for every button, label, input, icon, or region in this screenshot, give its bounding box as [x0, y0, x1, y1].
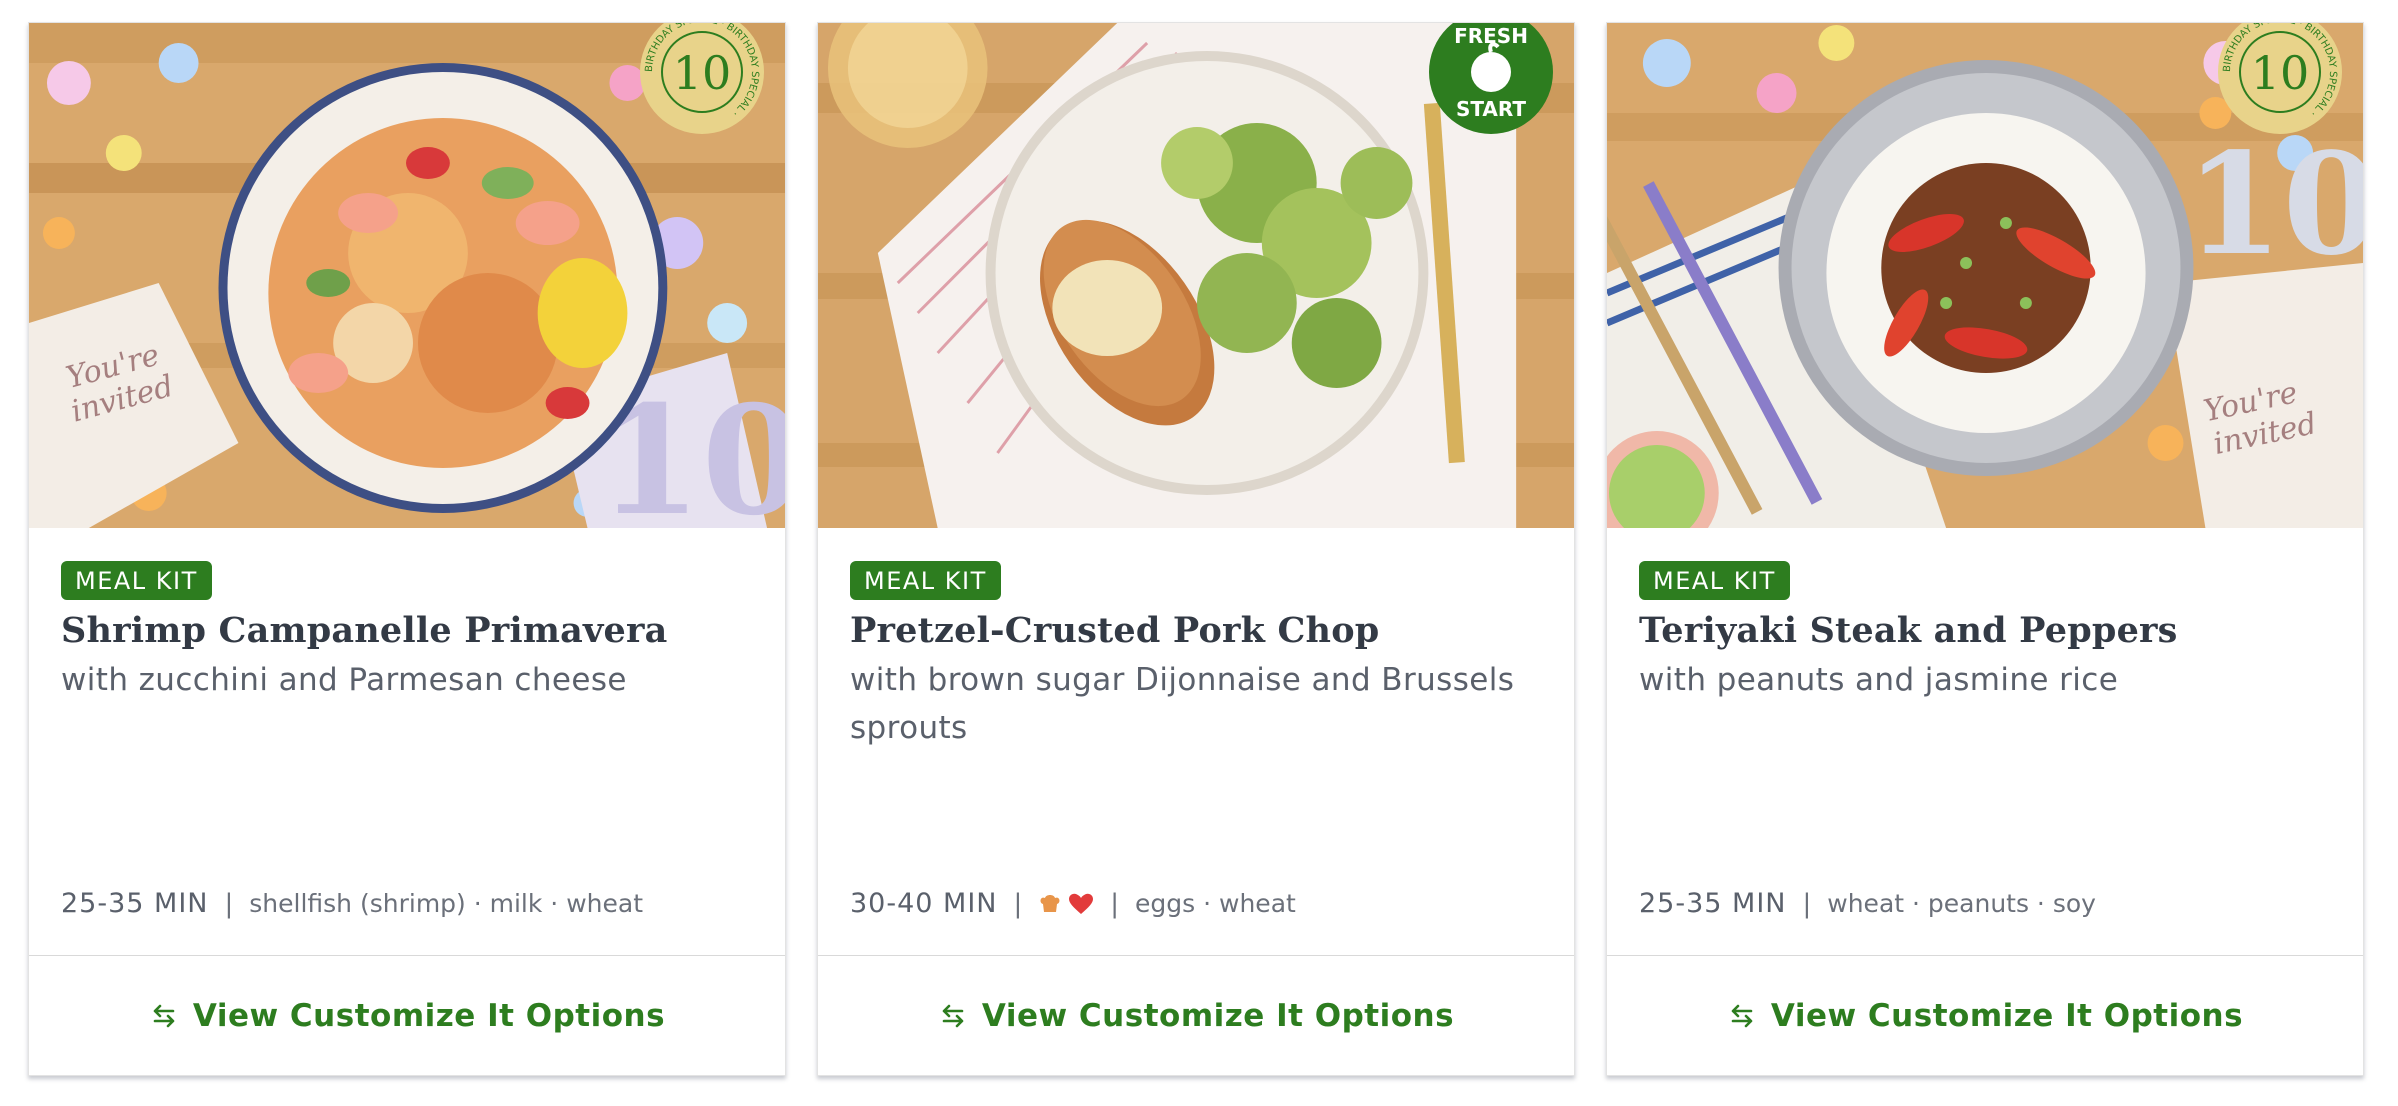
svg-text:10: 10 — [673, 46, 732, 100]
cook-time: 25-35 MIN — [61, 888, 209, 919]
recipe-subtitle: with brown sugar Dijonnaise and Brussels… — [850, 662, 1515, 746]
allergen-list: eggs · wheat — [1135, 889, 1296, 918]
meta-separator: | — [1802, 888, 1812, 919]
recipe-photo[interactable]: You're invited 10 10 BIRTHDAY SPECIAL · … — [1607, 23, 2363, 528]
customize-options-label: View Customize It Options — [1770, 997, 2244, 1034]
recipe-title[interactable]: Teriyaki Steak and Peppers — [1639, 610, 2335, 651]
svg-text:10: 10 — [2251, 46, 2310, 100]
swap-arrows-icon — [1731, 1004, 1753, 1027]
svg-text:FRESH: FRESH — [1454, 24, 1528, 48]
fresh-start-badge-icon: FRESH START — [1429, 23, 1553, 134]
recipe-card[interactable]: You're invited 10 10 BIRTHDAY SPECIAL · … — [1606, 22, 2364, 1076]
allergen-list: wheat · peanuts · soy — [1827, 889, 2096, 918]
recipe-title[interactable]: Shrimp Campanelle Primavera — [61, 610, 757, 651]
recipe-meta: 25-35 MIN | shellfish (shrimp) · milk · … — [61, 888, 643, 919]
card-body: MEAL KIT Teriyaki Steak and Peppers with… — [1607, 528, 2363, 955]
meal-kit-tag: MEAL KIT — [850, 561, 1001, 600]
recipe-card[interactable]: You're invited 10 10 BIRTHDAY SPECIAL · … — [28, 22, 786, 1076]
customize-options-label: View Customize It Options — [981, 997, 1455, 1034]
recipe-title[interactable]: Pretzel-Crusted Pork Chop — [850, 610, 1546, 651]
recipe-meta: 30-40 MIN | | eggs · wheat — [850, 888, 1296, 919]
customize-options-label: View Customize It Options — [192, 997, 666, 1034]
card-body: MEAL KIT Pretzel-Crusted Pork Chop with … — [818, 528, 1574, 955]
birthday-special-badge-icon: 10 BIRTHDAY SPECIAL · BIRTHDAY SPECIAL · — [640, 23, 764, 134]
cook-time: 30-40 MIN — [850, 888, 998, 919]
customize-options-button[interactable]: View Customize It Options — [1607, 955, 2363, 1075]
recipe-card[interactable]: FRESH START MEAL KIT Pretzel-Crusted Por… — [817, 22, 1575, 1076]
meta-separator: | — [224, 888, 234, 919]
heart-icon — [1069, 893, 1094, 914]
recipe-photo[interactable]: FRESH START — [818, 23, 1574, 528]
swap-arrows-icon — [153, 1004, 175, 1027]
card-body: MEAL KIT Shrimp Campanelle Primavera wit… — [29, 528, 785, 955]
recipe-subtitle: with zucchini and Parmesan cheese — [61, 662, 627, 698]
recipe-card-grid: You're invited 10 10 BIRTHDAY SPECIAL · … — [28, 22, 2364, 1076]
swap-arrows-icon — [942, 1004, 964, 1027]
chef-hat-icon — [1040, 894, 1060, 912]
cook-time: 25-35 MIN — [1639, 888, 1787, 919]
birthday-special-badge-icon: 10 BIRTHDAY SPECIAL · BIRTHDAY SPECIAL · — [2218, 23, 2342, 134]
diet-icons — [1038, 892, 1094, 916]
svg-text:10: 10 — [2185, 122, 2363, 286]
recipe-subtitle: with peanuts and jasmine rice — [1639, 662, 2119, 698]
customize-options-button[interactable]: View Customize It Options — [29, 955, 785, 1075]
recipe-photo[interactable]: You're invited 10 10 BIRTHDAY SPECIAL · … — [29, 23, 785, 528]
svg-text:START: START — [1456, 97, 1526, 121]
meal-kit-tag: MEAL KIT — [1639, 561, 1790, 600]
meta-separator: | — [1110, 888, 1120, 919]
meta-separator: | — [1013, 888, 1023, 919]
customize-options-button[interactable]: View Customize It Options — [818, 955, 1574, 1075]
meal-kit-tag: MEAL KIT — [61, 561, 212, 600]
allergen-list: shellfish (shrimp) · milk · wheat — [249, 889, 643, 918]
recipe-meta: 25-35 MIN | wheat · peanuts · soy — [1639, 888, 2096, 919]
